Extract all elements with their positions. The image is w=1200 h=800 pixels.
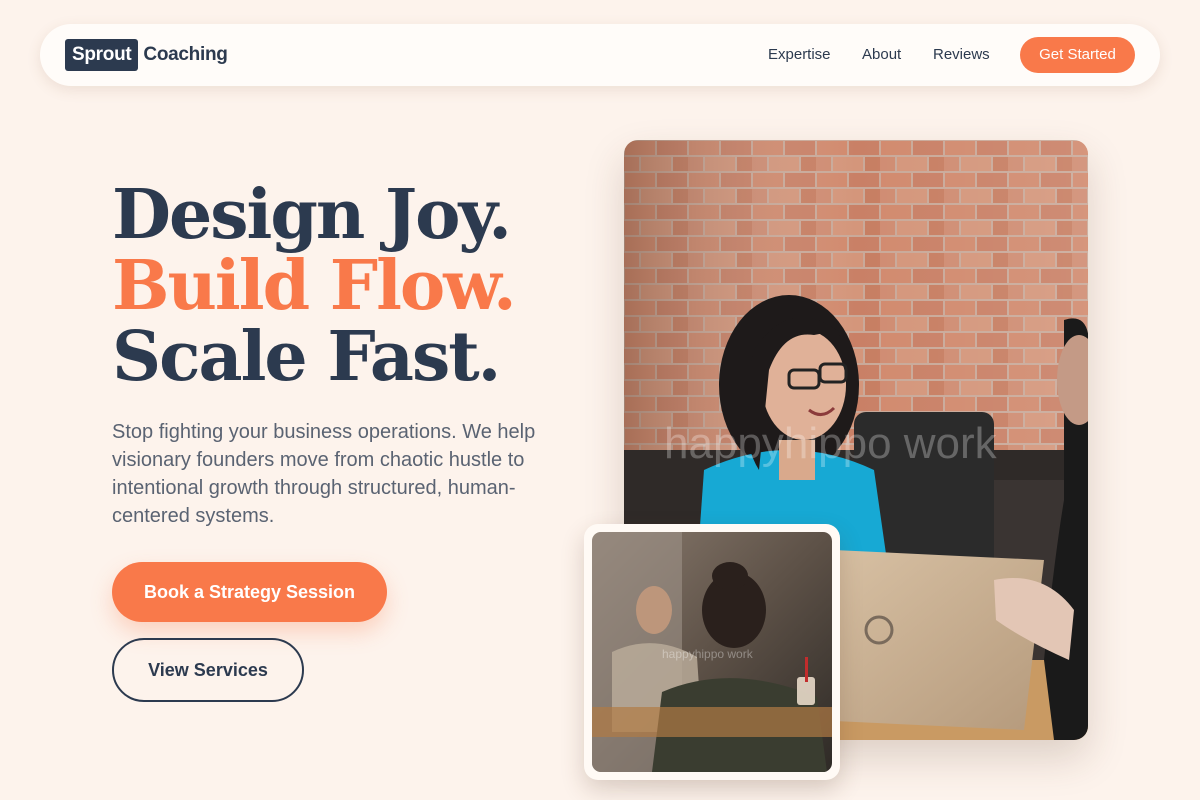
headline-line-3: Scale Fast. bbox=[112, 317, 501, 397]
get-started-button[interactable]: Get Started bbox=[1020, 37, 1135, 73]
inset-photo-watermark: happyhippo work bbox=[662, 647, 754, 661]
headline-line-2: Build Flow. bbox=[112, 246, 517, 326]
book-strategy-session-button[interactable]: Book a Strategy Session bbox=[112, 562, 387, 622]
inset-photo-conversation: happyhippo work bbox=[592, 532, 832, 772]
nav-link-about[interactable]: About bbox=[862, 45, 901, 65]
inset-photo-frame: happyhippo work bbox=[584, 524, 840, 780]
inset-photo-illustration: happyhippo work bbox=[592, 532, 832, 772]
nav-link-expertise[interactable]: Expertise bbox=[768, 45, 831, 65]
brand-logo[interactable]: Sprout Coaching bbox=[65, 39, 228, 71]
logo-box: Sprout bbox=[65, 39, 139, 71]
nav-link-reviews[interactable]: Reviews bbox=[933, 45, 990, 65]
main-photo-watermark: happyhippo work bbox=[664, 419, 998, 468]
headline-line-1: Design Joy. bbox=[112, 175, 512, 255]
hero-headline: Design Joy. Build Flow. Scale Fast. bbox=[112, 175, 517, 397]
view-services-button[interactable]: View Services bbox=[112, 638, 304, 702]
hero-subcopy: Stop fighting your business operations. … bbox=[112, 421, 536, 527]
top-navigation: Sprout Coaching Expertise About Reviews … bbox=[40, 24, 1160, 86]
logo-text: Coaching bbox=[143, 44, 228, 65]
